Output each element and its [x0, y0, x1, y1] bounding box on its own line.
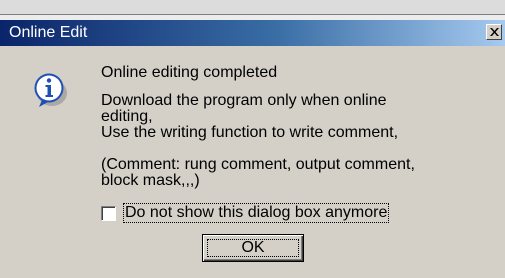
background-window-strip: [0, 0, 505, 21]
ok-button[interactable]: OK: [202, 234, 304, 262]
dialog-title: Online Edit: [9, 24, 88, 41]
message-line-4: Use the writing function to write commen…: [101, 124, 399, 141]
message-line-5: (Comment: rung comment, output comment,: [101, 156, 415, 173]
background-window-edge: [0, 0, 505, 15]
close-icon: [490, 28, 499, 36]
message-line-6: block mask,,,): [101, 172, 200, 189]
dont-show-again-label[interactable]: Do not show this dialog box anymore: [122, 203, 390, 223]
close-button[interactable]: [486, 24, 502, 40]
dialog-titlebar[interactable]: Online Edit: [0, 20, 505, 46]
message-line-3: editing,: [101, 108, 153, 125]
online-edit-dialog: Online Edit Online editing completed Dow…: [0, 20, 505, 278]
message-line-1: Online editing completed: [101, 64, 278, 81]
ok-button-label: OK: [241, 239, 265, 256]
info-icon: [33, 72, 69, 108]
message-line-2: Download the program only when online: [101, 92, 387, 109]
dont-show-again-checkbox[interactable]: [101, 206, 116, 221]
